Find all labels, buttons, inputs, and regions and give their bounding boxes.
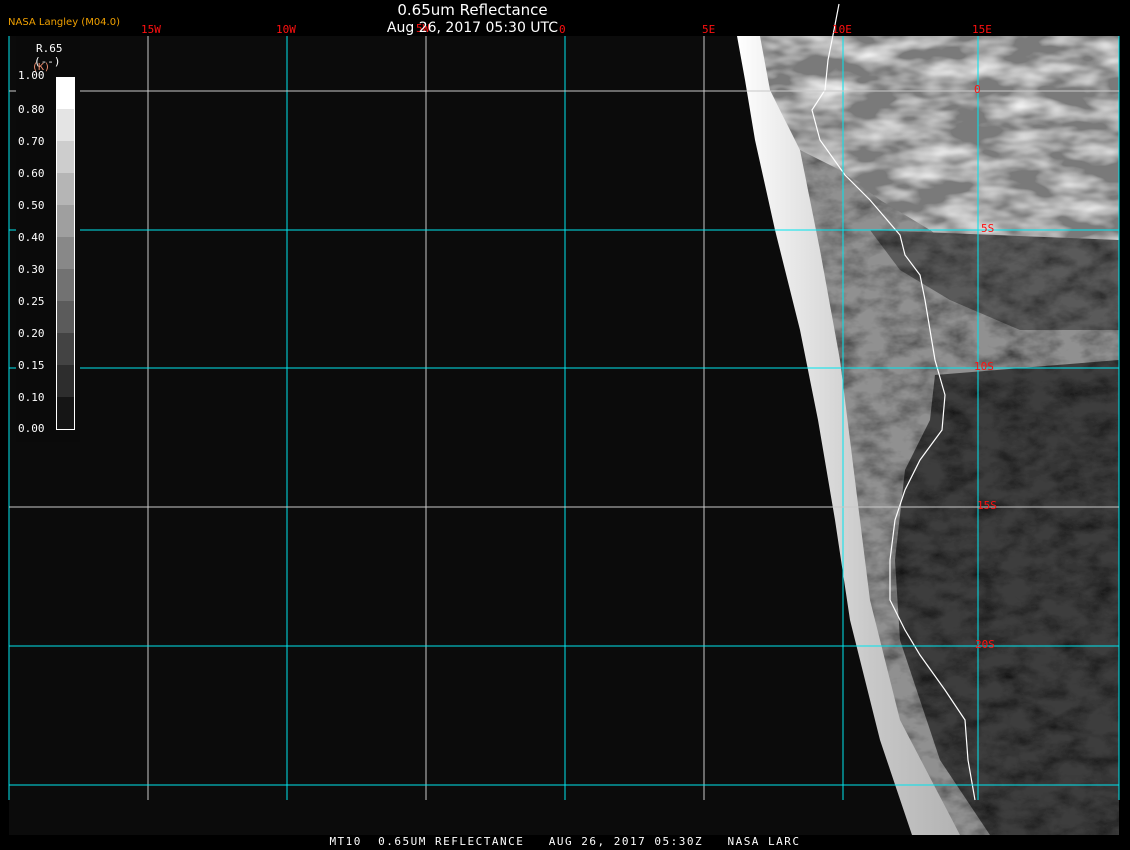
footer-caption: MT10 0.65UM REFLECTANCE AUG 26, 2017 05:… <box>329 835 801 848</box>
legend-tick: 0.70 <box>18 135 45 148</box>
legend-tick: 1.00 <box>18 69 45 82</box>
legend-variable: R.65 <box>36 42 63 55</box>
legend-tick: 0.25 <box>18 295 45 308</box>
legend-swatch <box>57 109 74 141</box>
legend-swatch <box>57 301 74 333</box>
legend-swatch <box>57 397 74 429</box>
legend-tick: 0.40 <box>18 231 45 244</box>
lat-label-0: 0 <box>974 83 981 96</box>
legend-tick: 0.50 <box>18 199 45 212</box>
legend-swatch <box>57 269 74 301</box>
legend-swatch <box>57 205 74 237</box>
lon-label-15e: 15E <box>972 23 992 36</box>
image-timestamp: Aug 26, 2017 05:30 UTC <box>386 20 559 36</box>
legend-swatch <box>57 77 74 109</box>
lat-label-5s: 5S <box>981 222 995 235</box>
legend-swatch <box>57 365 74 397</box>
legend-tick: 0.60 <box>18 167 45 180</box>
legend-tick: 0.20 <box>18 327 45 340</box>
legend-tick: 0.10 <box>18 391 45 404</box>
legend-swatch <box>57 141 74 173</box>
legend-swatch <box>57 237 74 269</box>
legend-color-bar <box>56 77 75 430</box>
legend-swatch <box>57 173 74 205</box>
legend-swatch <box>57 333 74 365</box>
satellite-map[interactable] <box>0 0 1130 850</box>
legend-tick: 0.00 <box>18 422 45 435</box>
color-legend: R.65 (--) (K) 1.00 0.80 0.70 0.60 0.50 0… <box>16 36 80 442</box>
image-title: 0.65um Reflectance <box>397 1 548 19</box>
lat-label-10s: 10S <box>974 360 994 373</box>
legend-tick: 0.15 <box>18 359 45 372</box>
legend-tick: 0.30 <box>18 263 45 276</box>
lat-label-20s: 20S <box>975 638 995 651</box>
lat-label-15s: 15S <box>977 499 997 512</box>
legend-tick: 0.80 <box>18 103 45 116</box>
